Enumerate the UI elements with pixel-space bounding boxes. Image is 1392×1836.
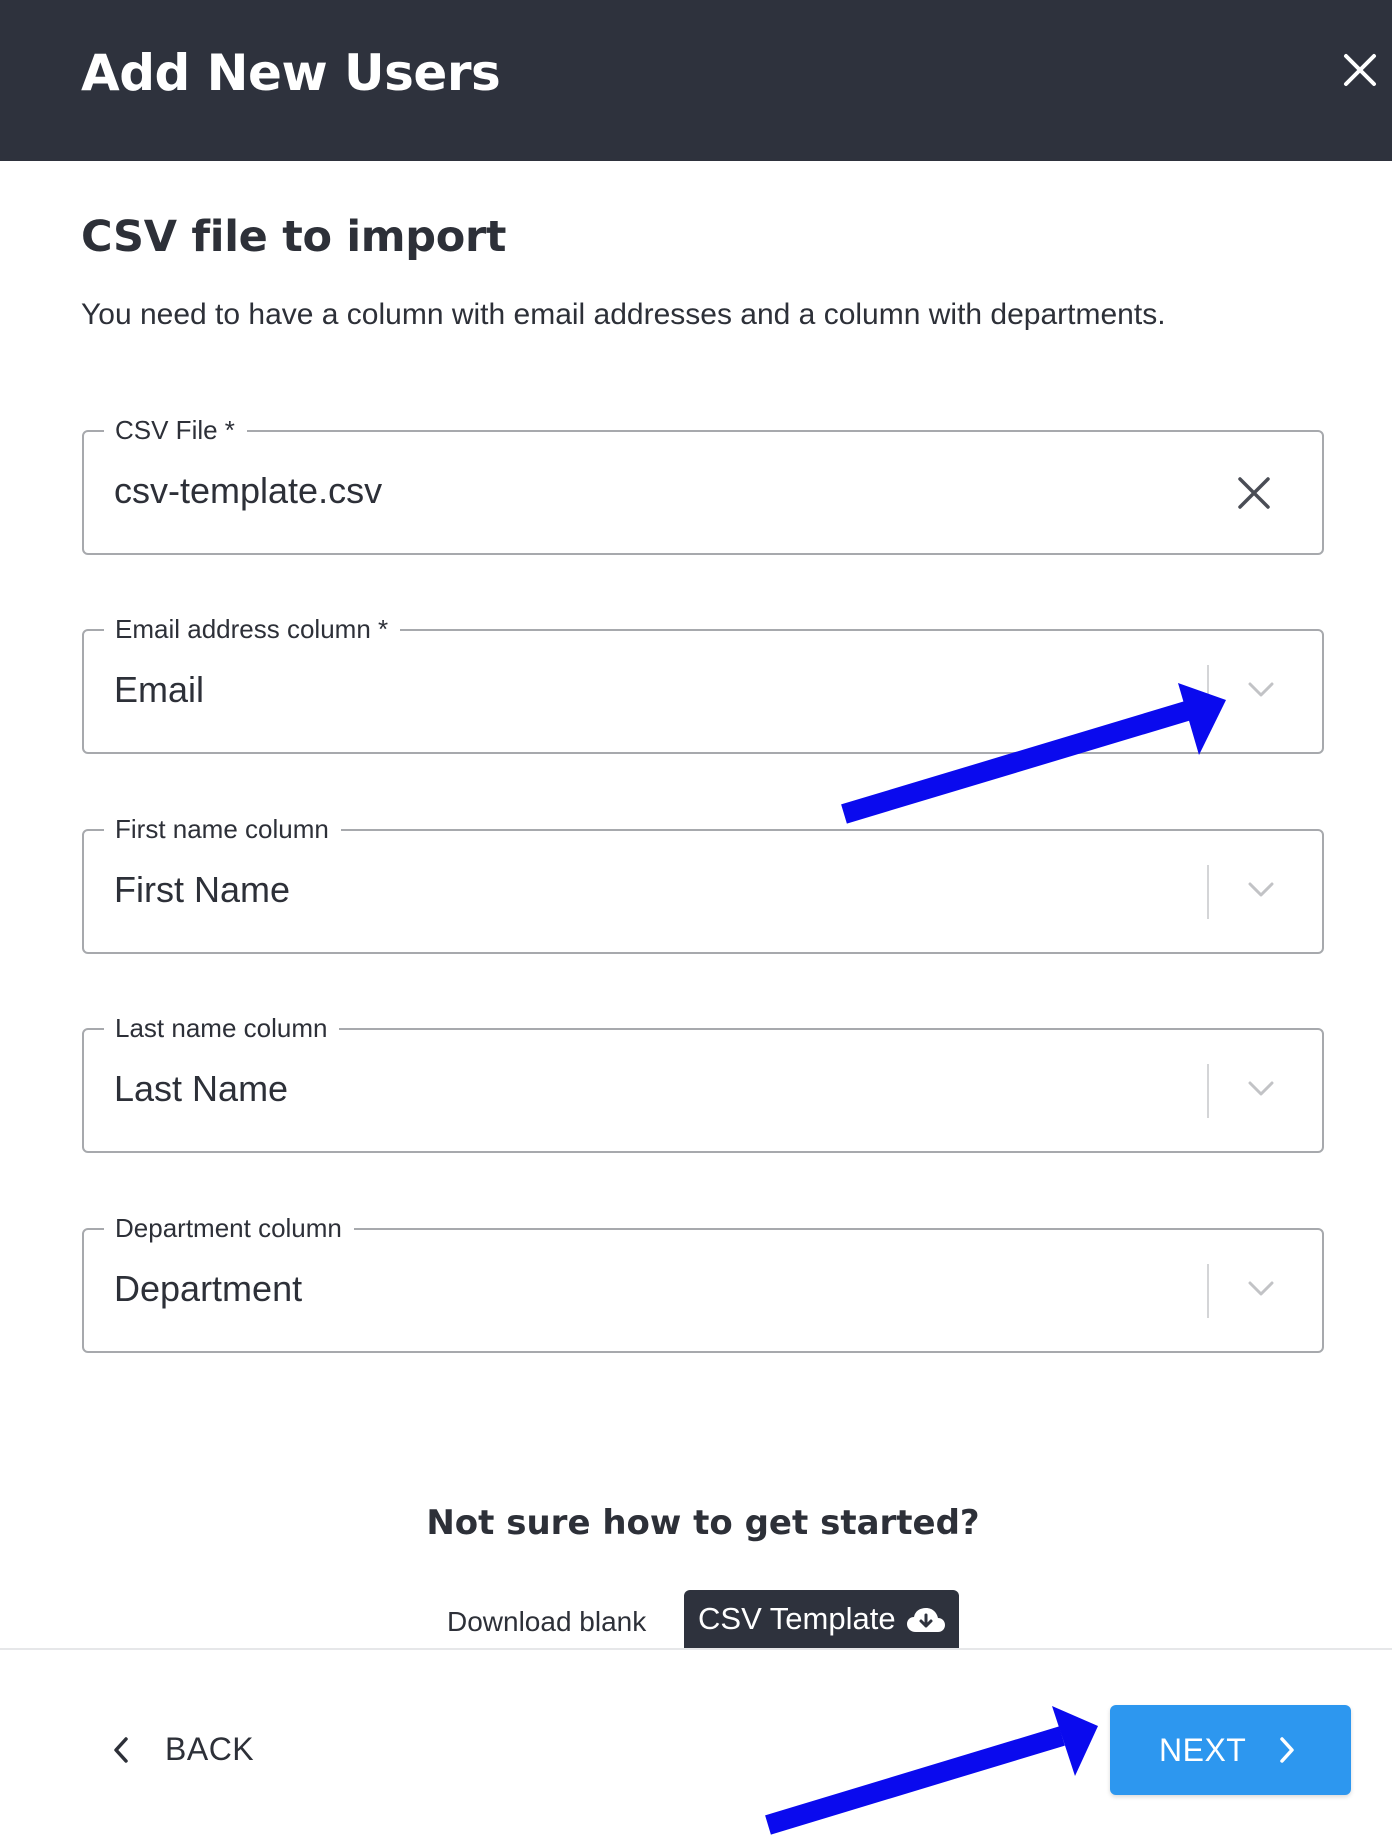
csv-template-download-button[interactable]: CSV Template: [684, 1590, 959, 1648]
download-blank-label: Download blank: [447, 1606, 647, 1637]
first-name-column-value: First Name: [114, 869, 291, 910]
department-column-label: Department column: [104, 1209, 354, 1247]
chevron-right-icon: [1280, 1737, 1294, 1763]
email-column-value: Email: [114, 669, 205, 710]
select-separator: [1207, 1064, 1209, 1118]
csv-file-field[interactable]: CSV File * csv-template.csv: [82, 411, 1324, 555]
chevron-down-icon[interactable]: [1247, 1079, 1275, 1099]
department-column-select[interactable]: Department column Department: [82, 1209, 1324, 1353]
csv-file-value: csv-template.csv: [114, 470, 383, 511]
first-name-column-select[interactable]: First name column First Name: [82, 810, 1324, 954]
last-name-column-value: Last Name: [114, 1068, 289, 1109]
first-name-column-label: First name column: [104, 810, 341, 848]
chevron-down-icon[interactable]: [1247, 880, 1275, 900]
arrow-to-next-button: [765, 1706, 1098, 1835]
close-icon[interactable]: [1342, 52, 1378, 88]
last-name-column-label: Last name column: [104, 1009, 340, 1047]
chevron-down-icon[interactable]: [1247, 680, 1275, 700]
csv-template-label: CSV Template: [698, 1601, 896, 1636]
section-title: CSV file to import: [81, 212, 507, 262]
select-separator: [1207, 865, 1209, 919]
dialog-title: Add New Users: [81, 44, 501, 102]
chevron-down-icon[interactable]: [1247, 1279, 1275, 1299]
email-column-select[interactable]: Email address column * Email: [82, 610, 1324, 754]
select-separator: [1207, 665, 1209, 719]
email-column-label: Email address column *: [104, 610, 401, 648]
clear-icon[interactable]: [1237, 476, 1271, 510]
back-button[interactable]: BACK: [106, 1724, 276, 1774]
cloud-download-icon: [907, 1608, 945, 1632]
back-label: BACK: [165, 1731, 255, 1767]
next-label: NEXT: [1159, 1732, 1247, 1768]
next-button[interactable]: NEXT: [1110, 1705, 1351, 1795]
dialog-header: Add New Users: [0, 0, 1392, 161]
department-column-value: Department: [114, 1268, 303, 1309]
footer-divider: [0, 1648, 1392, 1650]
help-title: Not sure how to get started?: [426, 1503, 980, 1543]
section-description: You need to have a column with email add…: [81, 298, 1166, 331]
select-separator: [1207, 1264, 1209, 1318]
chevron-left-icon: [114, 1737, 128, 1763]
csv-file-label: CSV File *: [104, 411, 247, 449]
last-name-column-select[interactable]: Last name column Last Name: [82, 1009, 1324, 1153]
